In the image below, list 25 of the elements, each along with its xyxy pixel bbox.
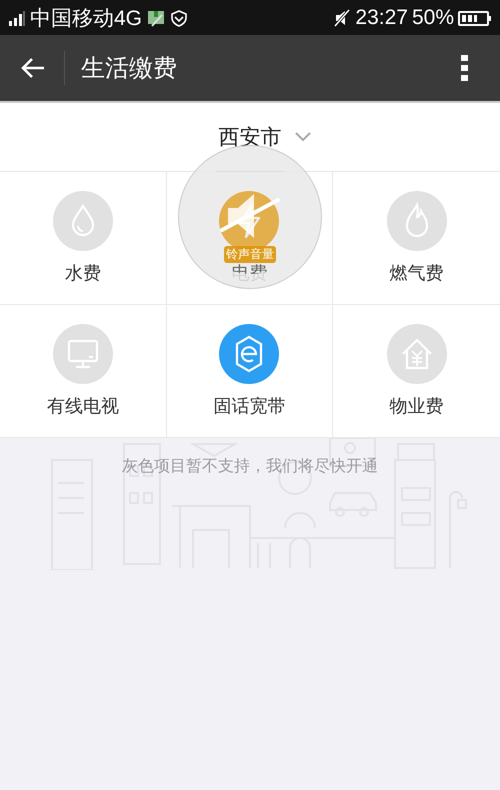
service-tile[interactable]: 固话宽带 bbox=[166, 305, 334, 438]
service-tile[interactable]: 水费 bbox=[0, 172, 167, 305]
service-tile[interactable]: 燃气费 bbox=[333, 172, 500, 305]
flame-icon bbox=[386, 191, 447, 251]
drop-icon bbox=[52, 191, 113, 251]
monitor-icon bbox=[52, 324, 113, 384]
service-tile[interactable]: 物业费 bbox=[333, 305, 500, 438]
city-selector[interactable]: 西安市 bbox=[212, 122, 318, 152]
back-arrow-icon bbox=[20, 57, 46, 79]
house-icon bbox=[386, 324, 447, 384]
e-logo-icon bbox=[219, 324, 280, 384]
mute-icon bbox=[333, 8, 352, 26]
chevron-down-icon bbox=[294, 131, 312, 143]
battery-percent: 50% bbox=[412, 6, 454, 30]
page-title: 生活缴费 bbox=[81, 53, 178, 84]
battery-icon bbox=[458, 8, 492, 26]
shield-icon bbox=[170, 8, 188, 26]
service-tile[interactable]: 有线电视 bbox=[0, 305, 167, 438]
signal-icon bbox=[8, 8, 26, 26]
notification-icon bbox=[146, 8, 166, 26]
carrier-name: 中国移动4G bbox=[30, 6, 142, 32]
more-dots-icon bbox=[460, 54, 470, 82]
notice-text: 灰色项目暂不支持，我们将尽快开通 bbox=[122, 456, 378, 477]
clock-time: 23:27 bbox=[355, 6, 408, 30]
volume-label: 铃声音量 bbox=[224, 246, 276, 263]
